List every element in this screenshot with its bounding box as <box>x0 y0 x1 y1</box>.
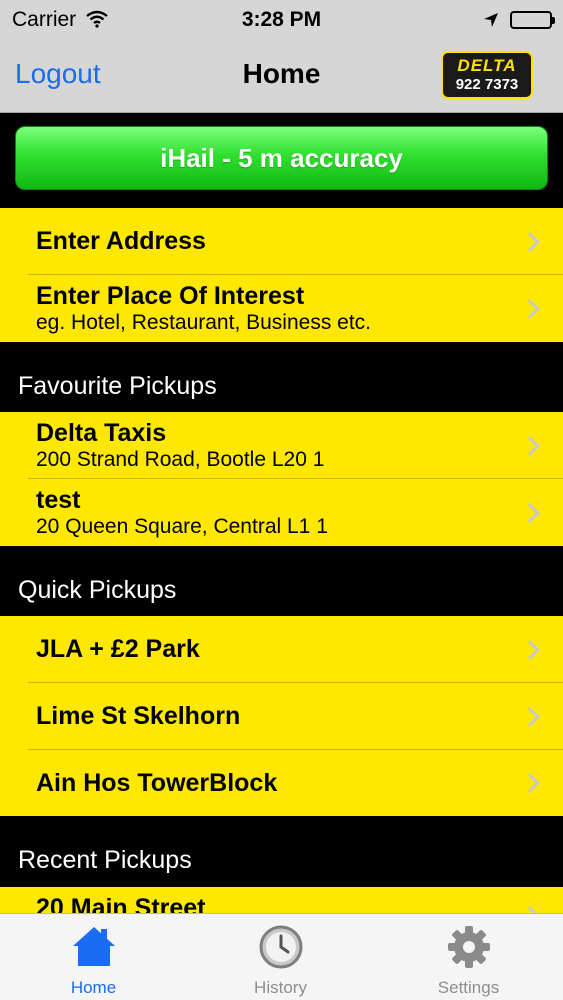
quick-pickup-item[interactable]: Ain Hos TowerBlock <box>0 750 563 816</box>
ihail-button[interactable]: iHail - 5 m accuracy <box>15 126 548 190</box>
tab-home[interactable]: Home <box>0 914 187 1000</box>
tab-label: Settings <box>437 978 500 997</box>
chevron-right-icon <box>520 503 540 523</box>
section-header-favourite-pickups: Favourite Pickups <box>0 342 563 412</box>
clock-time: 3:28 PM <box>241 8 322 31</box>
chevron-right-icon <box>520 232 540 252</box>
cell-title: JLA + £2 Park <box>36 635 200 663</box>
chevron-right-icon <box>520 640 540 660</box>
cell-title: Delta Taxis <box>36 419 167 447</box>
gear-icon <box>446 924 492 975</box>
enter-place-of-interest-cell[interactable]: Enter Place Of Interest eg. Hotel, Resta… <box>0 275 563 342</box>
cell-subtitle: eg. Hotel, Restaurant, Business etc. <box>36 311 372 334</box>
enter-address-cell[interactable]: Enter Address <box>0 208 563 275</box>
tab-label: History <box>254 978 307 997</box>
house-icon <box>70 924 118 973</box>
navigation-bar: Logout Home DELTA 922 7373 <box>0 40 563 113</box>
cell-title: Ain Hos TowerBlock <box>36 769 278 797</box>
cell-subtitle: 20 Queen Square, Central L1 1 <box>36 515 328 538</box>
quick-pickup-item[interactable]: JLA + £2 Park <box>0 616 563 683</box>
logo-brand: DELTA <box>457 56 517 75</box>
cell-title: Enter Address <box>36 227 206 255</box>
status-bar: Carrier 3:28 PM <box>0 0 563 40</box>
chevron-right-icon <box>520 436 540 456</box>
location-arrow-icon <box>483 10 499 34</box>
tab-label: Home <box>70 978 117 997</box>
section-header-quick-pickups: Quick Pickups <box>0 546 563 616</box>
tab-bar: Home History Settings <box>0 913 563 1000</box>
chevron-right-icon <box>520 707 540 727</box>
chevron-right-icon <box>520 299 540 319</box>
section-header-recent-pickups: Recent Pickups <box>0 816 563 887</box>
cell-title: test <box>36 486 81 514</box>
cell-title: Lime St Skelhorn <box>36 702 241 730</box>
logo-phone: 922 7373 <box>455 76 519 93</box>
tab-history[interactable]: History <box>187 914 374 1000</box>
cell-title: Enter Place Of Interest <box>36 282 305 310</box>
chevron-right-icon <box>520 773 540 793</box>
cell-subtitle: 200 Strand Road, Bootle L20 1 <box>36 448 325 471</box>
favourite-pickup-item[interactable]: test 20 Queen Square, Central L1 1 <box>0 479 563 546</box>
delta-logo: DELTA 922 7373 <box>441 51 533 99</box>
tab-settings[interactable]: Settings <box>374 914 563 1000</box>
quick-pickup-item[interactable]: Lime St Skelhorn <box>0 683 563 750</box>
clock-icon <box>258 924 304 975</box>
battery-icon <box>510 11 555 29</box>
favourite-pickup-item[interactable]: Delta Taxis 200 Strand Road, Bootle L20 … <box>0 412 563 479</box>
